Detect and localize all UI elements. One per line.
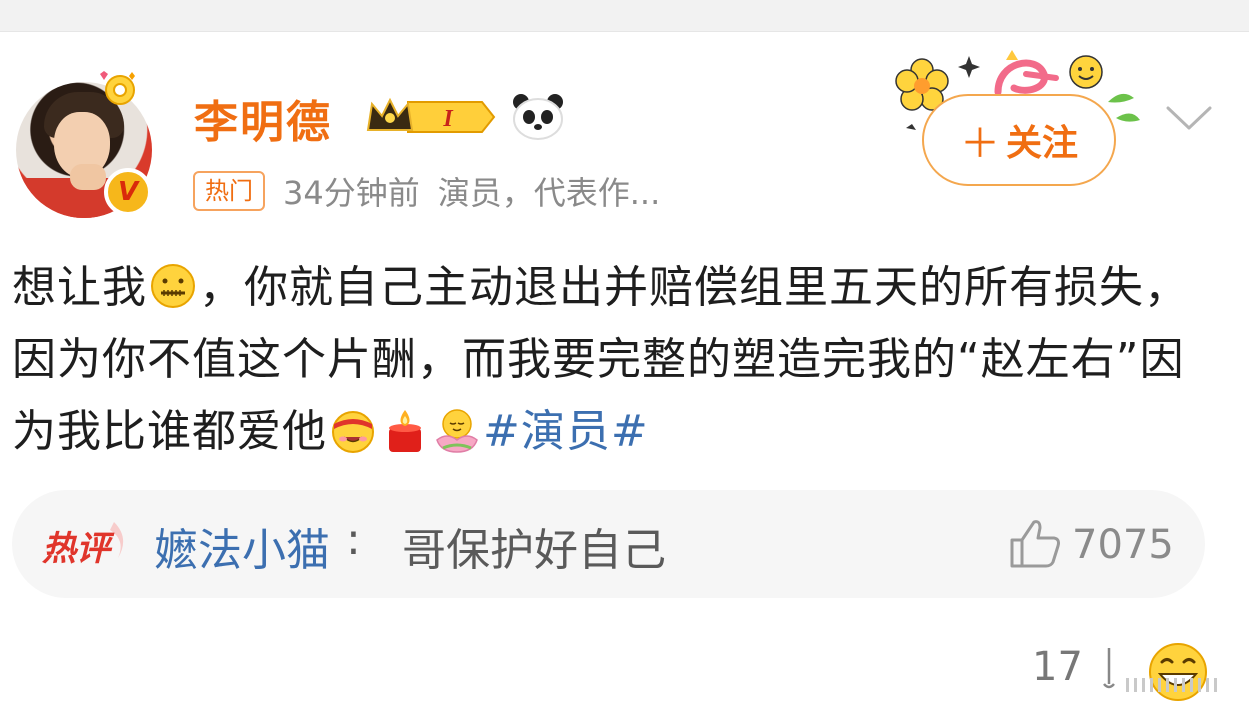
bottom-count: 17 [1032, 644, 1083, 690]
comment-username[interactable]: 嬷法小猫 [154, 514, 330, 578]
top-strip [0, 0, 1249, 32]
headband-face-emoji-icon [332, 411, 374, 453]
thumbs-up-icon[interactable] [1008, 518, 1062, 570]
svg-text:热评: 热评 [42, 529, 115, 569]
post-text-segment: 想让我 [12, 262, 147, 313]
hashtag-link[interactable]: #演员# [483, 406, 649, 457]
member-crown-badge-icon: I [366, 97, 496, 133]
like-count: 7075 [1072, 522, 1174, 568]
text-cursor-icon [1103, 648, 1115, 689]
resize-handle-icon [1126, 678, 1217, 692]
user-bio[interactable]: 演员，代表作... [438, 168, 661, 214]
comment-separator: : [346, 514, 361, 565]
comment-text: 哥保护好自己 [402, 525, 666, 576]
plus-icon: ＋ [959, 121, 1000, 167]
hot-tag: 热门 [193, 171, 265, 211]
avatar-frame-decoration-icon [100, 71, 135, 105]
lotus-face-emoji-icon [436, 409, 478, 453]
verified-badge-icon: V [104, 168, 152, 216]
zipper-mouth-emoji-icon [151, 264, 195, 308]
panda-badge-icon [513, 94, 563, 140]
post-text: 想让我 ，你就自己主动退出并赔偿组里五天的所有损失，因为你不值这个片酬，而我要完… [12, 252, 1227, 468]
hot-comment[interactable]: 热评 嬷法小猫 : 哥保护好自己 7075 [12, 490, 1205, 598]
username[interactable]: 李明德 [194, 86, 332, 150]
follow-label: 关注 [1005, 123, 1078, 164]
hot-comment-label: 热评 [42, 522, 124, 569]
post-meta: 热门 34分钟前 演员，代表作... [193, 168, 660, 214]
follow-button[interactable]: ＋ 关注 [922, 94, 1116, 186]
svg-text:I: I [442, 106, 454, 132]
chevron-down-icon[interactable] [1164, 100, 1214, 136]
grinning-emoji-icon[interactable] [1146, 634, 1210, 713]
candle-emoji-icon [389, 410, 421, 452]
post-time: 34分钟前 [283, 174, 420, 212]
